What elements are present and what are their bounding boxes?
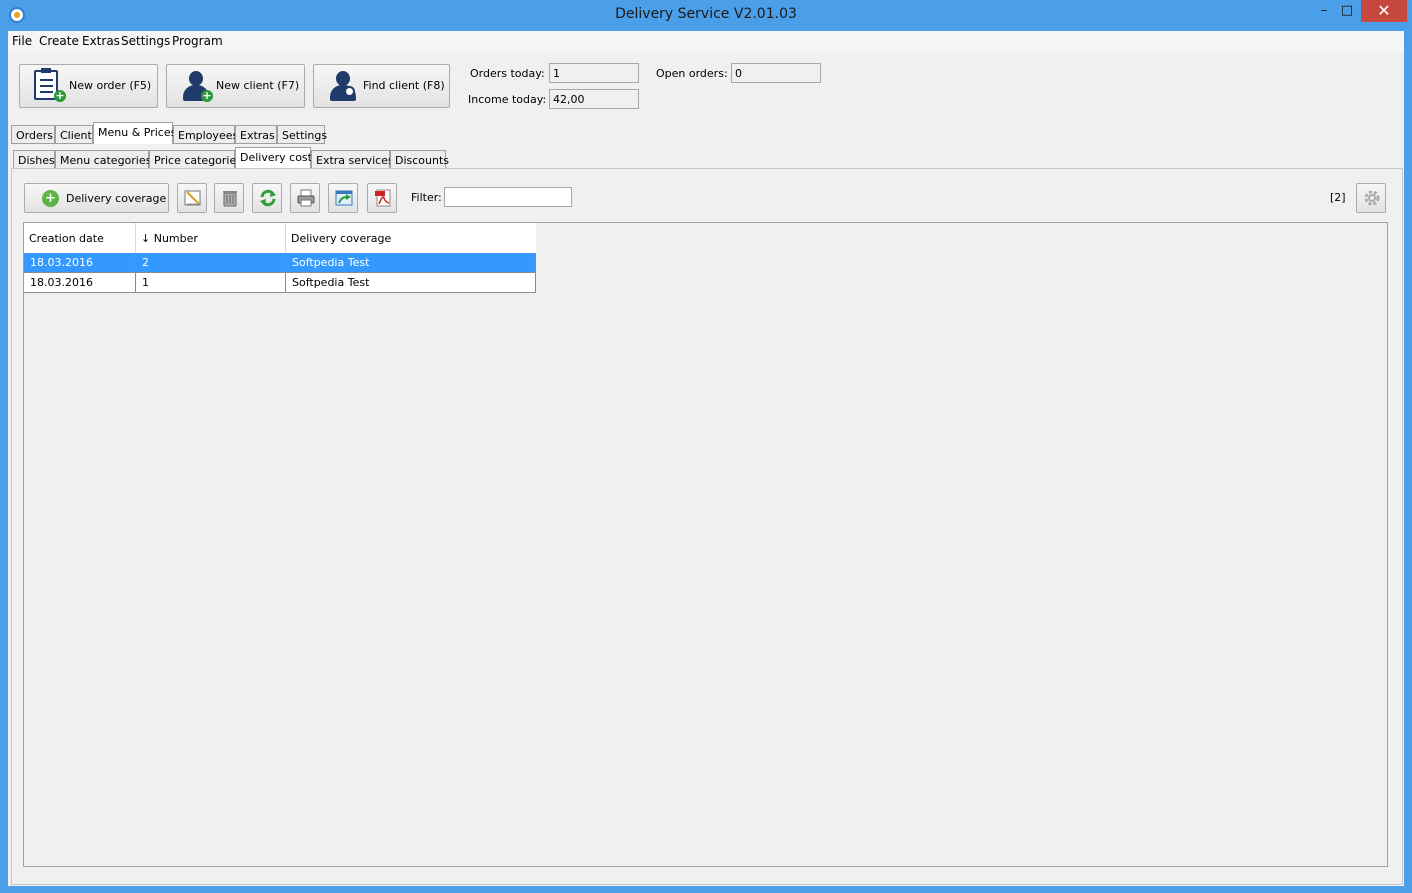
tab-extras[interactable]: Extras [235,125,277,144]
plus-icon: + [201,89,213,102]
menu-extras[interactable]: Extras [82,34,120,48]
data-grid[interactable]: Creation date ↓ Number Delivery coverage… [23,222,1388,867]
tab-extra-services[interactable]: Extra services [311,150,394,169]
gear-icon [1364,190,1380,206]
open-orders-field: 0 [731,63,821,83]
pdf-icon [375,189,391,207]
tab-dishes[interactable]: Dishes [13,150,55,169]
tab-orders[interactable]: Orders [11,125,55,144]
trash-icon [223,191,237,207]
record-count: [2] [1330,191,1346,204]
maximize-button[interactable]: □ [1333,0,1361,22]
pdf-button[interactable] [367,183,397,213]
add-icon: + [42,190,59,207]
filter-label: Filter: [411,191,442,204]
print-icon [297,189,315,207]
add-delivery-coverage-label: Delivery coverage [66,192,167,205]
orders-today-label: Orders today: [470,67,545,80]
menu-file[interactable]: File [12,34,32,48]
delete-button[interactable] [214,183,244,213]
column-header-number[interactable]: ↓ Number [136,223,286,253]
menu-create[interactable]: Create [39,34,79,48]
tab-menu-categories[interactable]: Menu categories [55,150,151,169]
menu-program[interactable]: Program [172,34,223,48]
new-client-button[interactable]: + New client (F7) [166,64,305,108]
table-header: Creation date ↓ Number Delivery coverage [24,223,536,253]
refresh-icon [260,189,276,207]
menu-settings[interactable]: Settings [121,34,170,48]
export-button[interactable] [328,183,358,213]
menu-bar: File Create Extras Settings Program [8,31,1404,51]
open-orders-label: Open orders: [656,67,728,80]
column-header-creation-date[interactable]: Creation date [24,223,136,253]
find-client-label: Find client (F8) [363,79,445,92]
refresh-button[interactable] [252,183,282,213]
table-row[interactable]: 18.03.2016 2 Softpedia Test [24,253,536,273]
export-icon [335,190,353,206]
find-client-button[interactable]: Find client (F8) [313,64,450,108]
tab-settings[interactable]: Settings [277,125,327,144]
add-delivery-coverage-button[interactable]: + Delivery coverage [24,183,169,213]
edit-button[interactable] [177,183,207,213]
plus-icon: + [54,89,66,102]
cell-delivery-coverage: Softpedia Test [286,253,536,273]
magnifier-icon [344,86,355,97]
tab-discounts[interactable]: Discounts [390,150,449,169]
orders-today-field: 1 [549,63,639,83]
cell-creation-date: 18.03.2016 [24,273,136,293]
print-button[interactable] [290,183,320,213]
client-area: File Create Extras Settings Program + Ne… [8,31,1404,886]
new-client-label: New client (F7) [216,79,300,92]
close-button[interactable]: ✕ [1361,0,1407,22]
app-window: Delivery Service V2.01.03 – □ ✕ File Cre… [0,0,1412,893]
table-row[interactable]: 18.03.2016 1 Softpedia Test [24,273,536,293]
income-today-label: Income today: [468,93,547,106]
edit-icon [184,190,201,206]
cell-number: 2 [136,253,286,273]
title-bar[interactable]: Delivery Service V2.01.03 – □ ✕ [0,0,1412,31]
tab-price-categories[interactable]: Price categories [149,150,242,169]
new-order-label: New order (F5) [69,79,152,92]
tab-employees[interactable]: Employees [173,125,238,144]
user-icon [328,71,358,101]
tab-menu-prices[interactable]: Menu & Prices [93,122,176,144]
income-today-field: 42,00 [549,89,639,109]
cell-creation-date: 18.03.2016 [24,253,136,273]
cell-delivery-coverage: Softpedia Test [286,273,536,293]
tab-client[interactable]: Client [55,125,93,144]
tab-delivery-costs[interactable]: Delivery costs [235,147,318,169]
grid-settings-button[interactable] [1356,183,1386,213]
cell-number: 1 [136,273,286,293]
new-order-button[interactable]: + New order (F5) [19,64,158,108]
window-title: Delivery Service V2.01.03 [615,6,797,22]
filter-input[interactable] [444,187,572,207]
column-header-delivery-coverage[interactable]: Delivery coverage [286,223,536,253]
